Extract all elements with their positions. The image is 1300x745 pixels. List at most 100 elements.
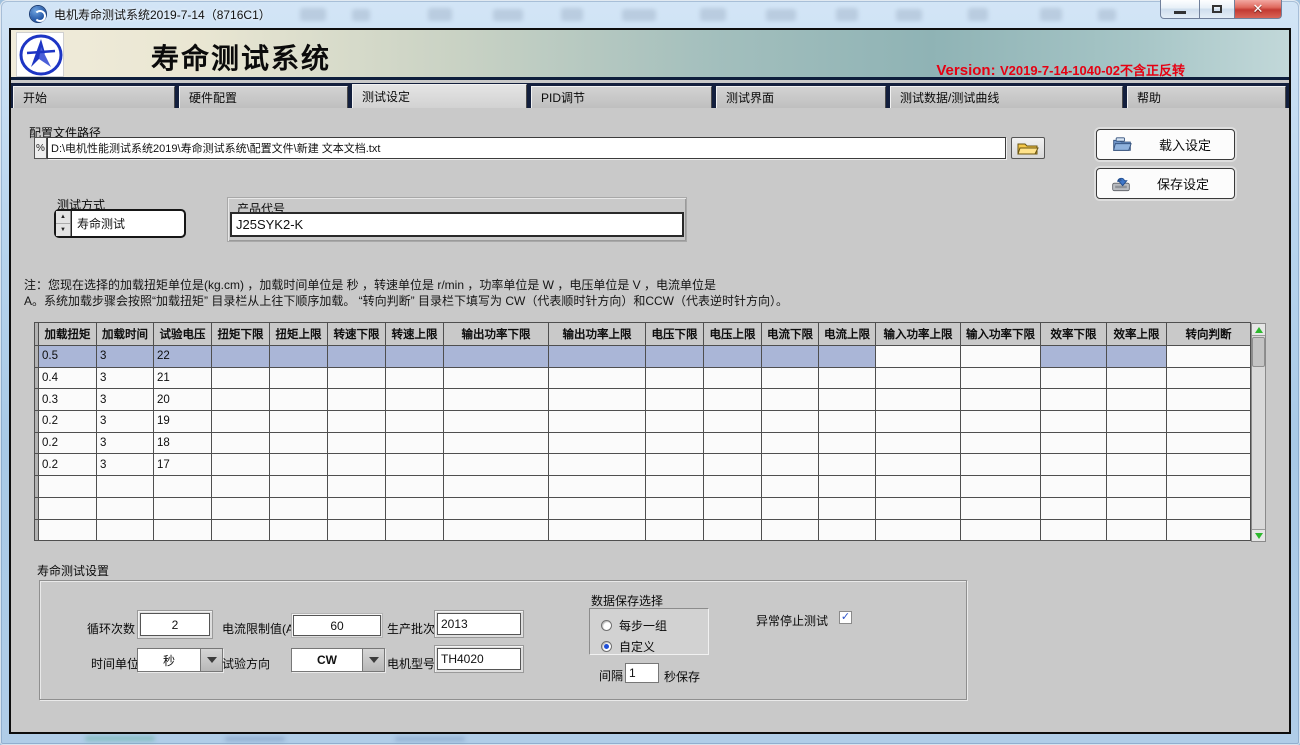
table-cell[interactable] [1041, 498, 1107, 520]
table-cell[interactable] [444, 411, 549, 433]
table-cell[interactable] [212, 411, 270, 433]
table-cell[interactable]: 0.3 [39, 389, 97, 411]
config-path-input[interactable] [47, 137, 1006, 159]
tab-6[interactable]: 帮助 [1127, 86, 1286, 108]
table-cell[interactable] [876, 346, 961, 368]
table-cell[interactable] [876, 411, 961, 433]
table-cell[interactable] [1167, 346, 1251, 368]
table-cell[interactable] [704, 346, 762, 368]
table-cell[interactable] [819, 476, 876, 498]
table-cell[interactable] [270, 498, 328, 520]
table-cell[interactable] [549, 454, 646, 476]
table-cell[interactable]: 3 [97, 368, 154, 390]
table-cell[interactable] [1041, 476, 1107, 498]
table-cell[interactable]: 0.4 [39, 368, 97, 390]
titlebar[interactable]: 电机寿命测试系统2019-7-14（8716C1） ✕ [0, 0, 1300, 28]
table-cell[interactable] [212, 346, 270, 368]
table-cell[interactable] [212, 520, 270, 542]
table-cell[interactable] [444, 389, 549, 411]
table-cell[interactable] [819, 389, 876, 411]
table-cell[interactable] [212, 389, 270, 411]
table-cell[interactable] [961, 520, 1041, 542]
table-cell[interactable] [1107, 454, 1167, 476]
table-cell[interactable] [762, 411, 819, 433]
table-cell[interactable] [328, 346, 386, 368]
scroll-down-icon[interactable] [1252, 529, 1265, 541]
table-cell[interactable] [270, 411, 328, 433]
table-cell[interactable] [270, 368, 328, 390]
table-cell[interactable] [1167, 389, 1251, 411]
table-cell[interactable] [270, 454, 328, 476]
table-cell[interactable] [444, 520, 549, 542]
table-cell[interactable] [961, 411, 1041, 433]
table-cell[interactable] [646, 454, 704, 476]
table-cell[interactable] [270, 346, 328, 368]
table-cell[interactable] [704, 520, 762, 542]
table-cell[interactable]: 3 [97, 389, 154, 411]
table-cell[interactable] [328, 454, 386, 476]
table-cell[interactable] [646, 433, 704, 455]
table-cell[interactable] [270, 389, 328, 411]
table-cell[interactable] [212, 368, 270, 390]
table-cell[interactable] [1041, 411, 1107, 433]
table-cell[interactable] [386, 433, 444, 455]
table-cell[interactable]: 0.2 [39, 433, 97, 455]
spinner-arrows[interactable]: ▲ ▼ [56, 211, 71, 236]
table-cell[interactable]: 3 [97, 346, 154, 368]
interval-input[interactable] [625, 663, 659, 683]
tab-2[interactable]: 测试设定 [352, 84, 527, 108]
table-cell[interactable] [961, 433, 1041, 455]
table-cell[interactable] [97, 520, 154, 542]
browse-folder-button[interactable] [1011, 137, 1045, 159]
table-cell[interactable] [762, 433, 819, 455]
cycle-count-input[interactable] [140, 613, 210, 636]
table-cell[interactable] [876, 389, 961, 411]
table-cell[interactable] [386, 520, 444, 542]
table-cell[interactable] [1041, 433, 1107, 455]
table-cell[interactable] [212, 476, 270, 498]
table-cell[interactable]: 22 [154, 346, 212, 368]
table-cell[interactable] [1041, 368, 1107, 390]
table-cell[interactable] [819, 346, 876, 368]
table-cell[interactable] [762, 498, 819, 520]
table-cell[interactable] [39, 476, 97, 498]
table-cell[interactable] [876, 368, 961, 390]
table-cell[interactable] [1107, 520, 1167, 542]
table-cell[interactable] [444, 368, 549, 390]
table-cell[interactable] [328, 520, 386, 542]
table-cell[interactable] [876, 433, 961, 455]
table-cell[interactable] [876, 498, 961, 520]
table-cell[interactable] [549, 411, 646, 433]
table-cell[interactable] [386, 476, 444, 498]
table-cell[interactable] [646, 498, 704, 520]
save-settings-button[interactable]: 保存设定 [1096, 168, 1235, 199]
table-cell[interactable] [444, 476, 549, 498]
close-button[interactable]: ✕ [1234, 0, 1282, 19]
table-cell[interactable] [819, 411, 876, 433]
abnormal-stop-checkbox[interactable]: ✓ [839, 611, 852, 624]
table-cell[interactable] [549, 368, 646, 390]
table-cell[interactable] [328, 389, 386, 411]
table-cell[interactable] [154, 476, 212, 498]
table-cell[interactable] [961, 476, 1041, 498]
table-cell[interactable] [1107, 433, 1167, 455]
table-cell[interactable] [1107, 411, 1167, 433]
test-method-spinner[interactable]: ▲ ▼ 寿命测试 [54, 209, 186, 238]
table-cell[interactable] [819, 520, 876, 542]
time-unit-arrow-button[interactable] [200, 649, 222, 671]
production-batch-input[interactable] [437, 613, 521, 635]
table-cell[interactable] [386, 389, 444, 411]
table-cell[interactable]: 21 [154, 368, 212, 390]
load-settings-button[interactable]: 载入设定 [1096, 129, 1235, 160]
time-unit-dropdown[interactable]: 秒 [137, 648, 223, 672]
table-cell[interactable] [549, 346, 646, 368]
table-cell[interactable] [961, 346, 1041, 368]
table-cell[interactable] [270, 433, 328, 455]
table-cell[interactable]: 3 [97, 411, 154, 433]
table-cell[interactable] [704, 433, 762, 455]
table-cell[interactable] [444, 346, 549, 368]
table-vertical-scrollbar[interactable] [1251, 323, 1266, 542]
table-cell[interactable] [212, 433, 270, 455]
table-cell[interactable] [39, 520, 97, 542]
table-cell[interactable] [1167, 433, 1251, 455]
